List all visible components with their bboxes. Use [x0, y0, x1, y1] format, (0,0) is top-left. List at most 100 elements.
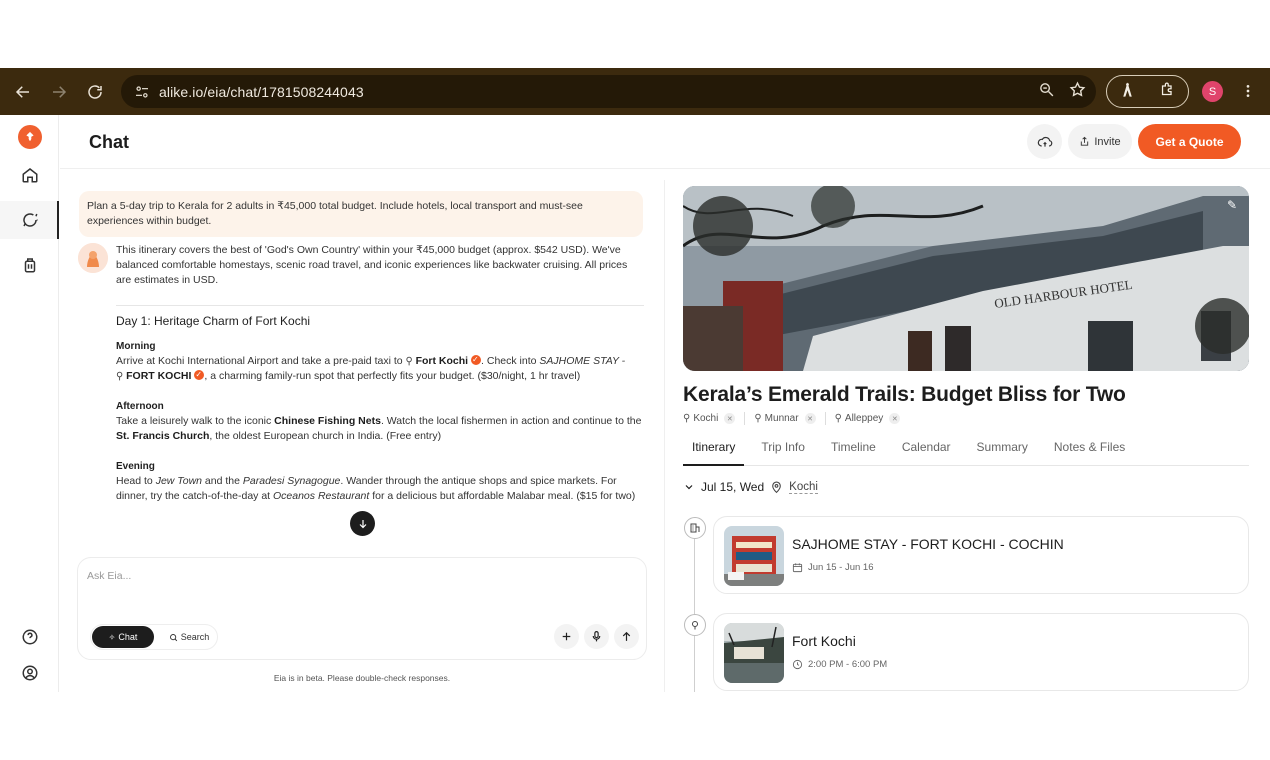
evening-place-1: Jew Town [155, 475, 203, 487]
place-link-fort-kochi-hotel[interactable]: FORT KOCHI [126, 370, 191, 382]
timeline-line [694, 526, 695, 692]
trip-pane: OLD HARBOUR HOTEL ✎ Kerala’s Emerald Tra… [664, 170, 1270, 692]
evening-text-2: and the [202, 475, 243, 487]
remove-icon[interactable]: ✕ [889, 413, 901, 424]
chevron-down-icon [685, 485, 693, 490]
pin-icon: ⚲ [754, 413, 762, 424]
itinerary-card-hotel[interactable]: SAJHOME STAY - FORT KOCHI - COCHIN Jun 1… [713, 516, 1249, 594]
arrow-up-icon [622, 631, 631, 641]
card-title: Fort Kochi [792, 633, 856, 649]
location-chip[interactable]: ⚲ Alleppey ✕ [835, 413, 901, 424]
hotel-icon [684, 517, 706, 539]
card-title: SAJHOME STAY - FORT KOCHI - COCHIN [792, 536, 1064, 552]
chat-composer: ✧ Chat Search [77, 557, 647, 660]
account-icon[interactable] [16, 659, 44, 687]
evening-heading: Evening [116, 461, 155, 472]
mode-chat-label: Chat [118, 632, 138, 642]
location-chip[interactable]: ⚲ Munnar ✕ [754, 413, 816, 424]
card-time-range: 2:00 PM - 6:00 PM [808, 659, 888, 670]
microphone-icon [592, 631, 601, 642]
help-icon[interactable] [16, 623, 44, 651]
bookmark-star-icon[interactable] [1069, 81, 1086, 103]
tab-timeline[interactable]: Timeline [822, 436, 885, 466]
day-header[interactable]: Jul 15, Wed Kochi [683, 480, 818, 494]
remove-icon[interactable]: ✕ [724, 413, 736, 424]
page-title: Chat [89, 132, 129, 152]
day-heading: Day 1: Heritage Charm of Fort Kochi [116, 314, 311, 328]
url-text: alike.io/eia/chat/1781508244043 [159, 83, 364, 100]
chip-separator [824, 412, 826, 425]
edit-image-icon[interactable]: ✎ [1227, 198, 1237, 212]
chat-icon[interactable] [16, 206, 44, 234]
get-quote-button[interactable]: Get a Quote [1138, 124, 1241, 159]
evening-text: Head to Jew Town and the Paradesi Synago… [116, 474, 646, 504]
arrow-down-icon [359, 519, 366, 528]
hotel-name: SAJHOME STAY - [539, 355, 626, 367]
site-settings-icon[interactable] [131, 81, 153, 103]
browser-menu-icon[interactable] [1238, 80, 1258, 102]
tab-itinerary[interactable]: Itinerary [683, 436, 745, 466]
attraction-pin-icon [684, 614, 706, 636]
address-bar[interactable]: alike.io/eia/chat/1781508244043 [121, 75, 1096, 108]
evening-text-1: Head to [116, 475, 156, 487]
place-link-fort-kochi[interactable]: Fort Kochi [416, 355, 469, 367]
invite-button[interactable]: Invite [1068, 124, 1132, 159]
morning-text-1: Arrive at Kochi International Airport an… [116, 355, 406, 367]
location-chip[interactable]: ⚲ Kochi ✕ [683, 413, 736, 424]
message-divider [116, 305, 644, 306]
verified-icon [471, 352, 482, 367]
attach-button[interactable] [554, 624, 579, 649]
share-icon [1081, 136, 1089, 146]
ask-input[interactable] [87, 567, 627, 585]
morning-text-3: , a charming family-run spot that perfec… [204, 370, 581, 382]
mode-search-button[interactable]: Search [161, 626, 217, 648]
evening-place-2: Paradesi Synagogue [242, 475, 341, 487]
zoom-icon[interactable] [1038, 81, 1055, 103]
user-message: Plan a 5-day trip to Kerala for 2 adults… [79, 191, 643, 237]
pin-icon: ⚲ [405, 356, 416, 367]
afternoon-text: Take a leisurely walk to the iconic Chin… [116, 414, 646, 444]
plus-icon [562, 632, 571, 641]
send-button[interactable] [614, 624, 639, 649]
tab-trip-info[interactable]: Trip Info [752, 436, 814, 466]
tab-notes-files[interactable]: Notes & Files [1045, 436, 1134, 466]
app-logo-icon[interactable] [18, 125, 42, 149]
itinerary-card-attraction[interactable]: Fort Kochi 2:00 PM - 6:00 PM [713, 613, 1249, 691]
beta-disclaimer: Eia is in beta. Please double-check resp… [273, 673, 451, 683]
location-chip-label: Munnar [764, 413, 799, 424]
assistant-avatar [78, 243, 108, 273]
extension-icon[interactable] [1119, 81, 1136, 103]
tab-calendar[interactable]: Calendar [893, 436, 960, 466]
left-rail [0, 115, 59, 692]
reload-icon[interactable] [77, 74, 113, 110]
afternoon-text-2: . Watch the local fishermen in action an… [380, 415, 642, 427]
extensions-group [1106, 75, 1189, 108]
scroll-down-button[interactable] [350, 511, 375, 536]
location-chip-label: Alleppey [844, 413, 884, 424]
hotel-thumbnail [724, 526, 784, 586]
voice-button[interactable] [584, 624, 609, 649]
morning-text-2: . Check into [481, 355, 540, 367]
trip-tabs: Itinerary Trip Info Timeline Calendar Su… [683, 436, 1249, 466]
chip-separator [744, 412, 746, 425]
back-icon[interactable] [5, 74, 41, 110]
mode-chat-button[interactable]: ✧ Chat [92, 626, 154, 648]
tab-summary[interactable]: Summary [968, 436, 1037, 466]
attraction-thumbnail [724, 623, 784, 683]
luggage-icon[interactable] [16, 251, 44, 279]
cloud-sync-icon [1037, 136, 1052, 147]
day-location[interactable]: Kochi [789, 481, 818, 494]
afternoon-place-2: St. Francis Church [116, 430, 210, 442]
morning-text: Arrive at Kochi International Airport an… [116, 352, 646, 384]
cloud-sync-button[interactable] [1027, 124, 1062, 159]
app-header: Chat Invite Get a Quote [60, 115, 1270, 169]
profile-avatar[interactable]: S [1202, 81, 1223, 102]
hotel-photo: OLD HARBOUR HOTEL [683, 186, 1249, 371]
forward-icon[interactable] [41, 74, 77, 110]
verified-icon [194, 367, 205, 382]
home-icon[interactable] [16, 161, 44, 189]
remove-icon[interactable]: ✕ [804, 413, 816, 424]
search-icon [169, 633, 177, 641]
puzzle-icon[interactable] [1159, 81, 1176, 103]
pin-icon: ⚲ [683, 413, 691, 424]
